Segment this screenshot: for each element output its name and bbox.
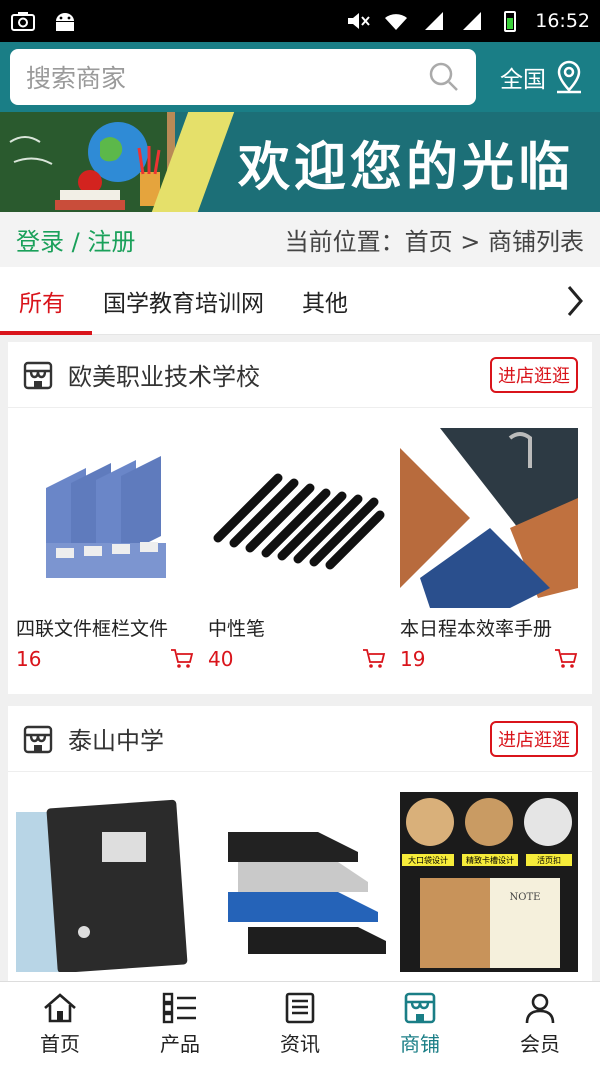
store-icon <box>23 361 53 389</box>
nav-stores-label: 商铺 <box>400 1032 440 1056</box>
signal-icon <box>425 12 444 30</box>
chalkboard-illustration <box>0 112 175 212</box>
shop-header: 泰山中学 进店逛逛 <box>8 706 592 772</box>
status-bar: 16:52 <box>0 0 600 42</box>
product-image[interactable] <box>400 428 578 608</box>
product-item[interactable]: 四联文件框栏文件 16 <box>12 408 204 671</box>
wifi-icon <box>385 14 408 30</box>
signal-icon-2 <box>463 12 482 30</box>
product-image[interactable] <box>16 428 194 608</box>
banner-title: 欢迎您的光临 <box>237 136 574 198</box>
tab-guoxue[interactable]: 国学教育培训网 <box>84 267 283 335</box>
cart-icon[interactable] <box>362 648 386 670</box>
news-icon <box>285 992 315 1024</box>
product-price: 40 <box>208 647 234 671</box>
product-item[interactable] <box>204 772 396 978</box>
shop-card: 欧美职业技术学校 进店逛逛 四联文件框栏文件 16 中性笔 40 本日程本效率手… <box>8 342 592 694</box>
product-image[interactable] <box>16 792 194 972</box>
store-icon <box>23 725 53 753</box>
cart-icon[interactable] <box>554 648 578 670</box>
shop-name[interactable]: 泰山中学 <box>68 721 164 756</box>
product-price: 19 <box>400 647 426 671</box>
product-item[interactable]: 大口袋设计 精致卡槽设计 活页扣 NOTE <box>396 772 588 978</box>
nav-home-label: 首页 <box>40 1032 80 1056</box>
category-tabs: 所有 国学教育培训网 其他 <box>0 267 600 335</box>
home-icon <box>44 993 76 1023</box>
nav-stores[interactable]: 商铺 <box>360 982 480 1067</box>
search-icon[interactable] <box>428 61 460 93</box>
product-name: 本日程本效率手册 <box>400 618 553 640</box>
product-name: 中性笔 <box>208 618 266 640</box>
nav-products-label: 产品 <box>160 1032 200 1056</box>
product-item[interactable]: 本日程本效率手册 19 <box>396 408 588 671</box>
visit-store-button[interactable]: 进店逛逛 <box>490 356 578 393</box>
battery-icon <box>504 11 517 32</box>
login-register-link[interactable]: 登录 / 注册 <box>16 222 135 257</box>
product-name: 四联文件框栏文件 <box>16 618 169 640</box>
tab-all[interactable]: 所有 <box>0 267 92 335</box>
product-list: 大口袋设计 精致卡槽设计 活页扣 NOTE <box>8 772 592 978</box>
region-selector[interactable]: 全国 <box>500 60 590 94</box>
planner-note: NOTE <box>510 892 541 903</box>
nav-news-label: 资讯 <box>280 1032 320 1056</box>
product-item[interactable]: 中性笔 40 <box>204 408 396 671</box>
screenshot-icon <box>11 12 35 31</box>
chevron-right-icon <box>567 285 583 316</box>
nav-member-label: 会员 <box>520 1032 560 1056</box>
nav-news[interactable]: 资讯 <box>240 982 360 1067</box>
cart-icon[interactable] <box>170 648 194 670</box>
tabs-next-button[interactable] <box>550 267 600 335</box>
planner-label-2: 精致卡槽设计 <box>466 855 514 865</box>
welcome-banner[interactable]: 欢迎您的光临 <box>0 112 600 212</box>
shop-name[interactable]: 欧美职业技术学校 <box>68 357 260 392</box>
product-image[interactable]: 大口袋设计 精致卡槽设计 活页扣 NOTE <box>400 792 578 972</box>
android-icon <box>56 13 74 31</box>
product-list: 四联文件框栏文件 16 中性笔 40 本日程本效率手册 19 <box>8 408 592 671</box>
header-bar: 搜索商家 全国 <box>0 42 600 112</box>
product-price: 16 <box>16 647 42 671</box>
status-time: 16:52 <box>535 10 590 32</box>
search-box[interactable]: 搜索商家 <box>10 49 476 105</box>
visit-store-button[interactable]: 进店逛逛 <box>490 720 578 757</box>
list-icon <box>162 992 196 1024</box>
bottom-nav: 首页 产品 资讯 商铺 会员 <box>0 981 600 1067</box>
nav-member[interactable]: 会员 <box>480 982 600 1067</box>
shop-card: 泰山中学 进店逛逛 大口袋设计 精致卡槽设计 活页扣 NOTE <box>8 706 592 981</box>
nav-products[interactable]: 产品 <box>120 982 240 1067</box>
region-label: 全国 <box>500 67 546 93</box>
breadcrumb: 当前位置：首页 > 商铺列表 <box>284 228 584 256</box>
product-image[interactable] <box>208 792 386 972</box>
shop-header: 欧美职业技术学校 进店逛逛 <box>8 342 592 408</box>
planner-label-3: 活页扣 <box>537 855 561 865</box>
product-item[interactable] <box>12 772 204 978</box>
nav-home[interactable]: 首页 <box>0 982 120 1067</box>
product-image[interactable] <box>208 428 386 608</box>
mute-icon <box>348 13 370 29</box>
user-icon <box>525 993 555 1024</box>
location-pin-icon <box>557 60 581 94</box>
store-icon <box>404 992 436 1024</box>
planner-label-1: 大口袋设计 <box>408 855 448 865</box>
search-input[interactable]: 搜索商家 <box>26 59 428 95</box>
location-row: 登录 / 注册 当前位置：首页 > 商铺列表 <box>0 212 600 267</box>
tab-other[interactable]: 其他 <box>283 267 367 335</box>
